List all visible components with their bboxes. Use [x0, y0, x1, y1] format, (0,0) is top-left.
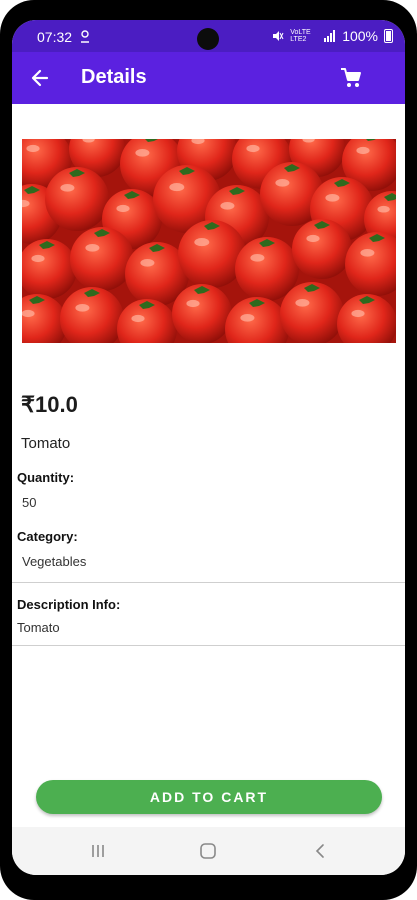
system-nav-bar: [12, 827, 405, 875]
divider: [12, 582, 405, 583]
status-bar: 07:32 VoLTE LTE2 100%: [12, 20, 405, 52]
battery-text: 100%: [342, 28, 378, 44]
network-label: VoLTE LTE2: [290, 29, 311, 43]
status-indicators: VoLTE LTE2 100%: [272, 28, 393, 44]
add-to-cart-button[interactable]: ADD TO CART: [36, 780, 382, 814]
home-button[interactable]: [198, 841, 218, 861]
front-camera: [197, 28, 219, 50]
quantity-label: Quantity:: [17, 470, 75, 485]
quantity-value: 50: [22, 495, 37, 510]
back-button[interactable]: [26, 64, 54, 92]
description-value: Tomato: [17, 620, 60, 635]
page-title: Details: [81, 66, 147, 88]
phone-frame: 07:32 VoLTE LTE2 100% Details ₹10.0 Toma…: [0, 0, 417, 900]
recent-apps-button[interactable]: [88, 841, 108, 861]
screen: 07:32 VoLTE LTE2 100% Details ₹10.0 Toma…: [12, 20, 405, 875]
category-value: Vegetables: [22, 554, 87, 569]
product-price: ₹10.0: [21, 392, 78, 417]
cart-button[interactable]: [337, 64, 365, 92]
mute-icon: [273, 31, 284, 41]
description-label: Description Info:: [17, 597, 121, 612]
recent-apps-icon: [92, 845, 104, 857]
divider: [12, 645, 405, 646]
arrow-left-icon: [31, 69, 49, 87]
tomatoes-image: [22, 139, 396, 343]
app-bar: Details: [12, 52, 405, 104]
product-name: Tomato: [21, 435, 71, 452]
status-time: 07:32: [37, 29, 73, 45]
product-image: [22, 139, 396, 343]
category-label: Category:: [17, 529, 78, 544]
home-icon: [200, 843, 216, 859]
cart-icon: [341, 68, 361, 87]
back-nav-button[interactable]: [310, 841, 330, 861]
location-icon: [81, 30, 89, 43]
signal-icon: [324, 30, 336, 42]
back-nav-icon: [315, 844, 324, 858]
battery-icon: [384, 29, 393, 43]
